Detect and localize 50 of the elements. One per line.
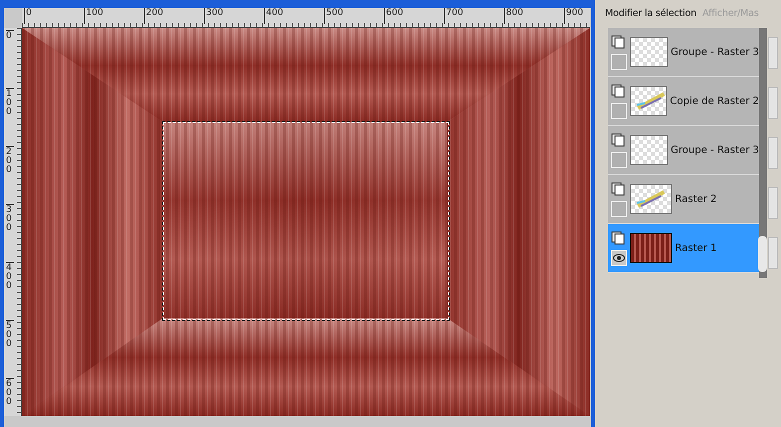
ruler-label: 700 bbox=[444, 8, 504, 24]
layer-stack-icon bbox=[611, 182, 625, 196]
scrollbar-thumb[interactable] bbox=[758, 236, 767, 272]
layer-row[interactable]: Raster 2 bbox=[608, 175, 759, 224]
ruler-label: 200 bbox=[6, 146, 14, 204]
layer-row[interactable]: Groupe - Raster 3 bbox=[608, 126, 759, 175]
layer-thumbnail bbox=[630, 233, 672, 263]
layer-thumbnail bbox=[630, 135, 668, 165]
ruler-label: 300 bbox=[6, 204, 14, 262]
visibility-toggle[interactable] bbox=[611, 200, 627, 216]
ruler-label: 100 bbox=[84, 8, 144, 24]
side-button[interactable] bbox=[768, 237, 778, 269]
ruler-label: 300 bbox=[204, 8, 264, 24]
layer-name: Raster 1 bbox=[675, 242, 717, 254]
layer-name: Raster 2 bbox=[675, 194, 717, 204]
ruler-label: 600 bbox=[384, 8, 444, 24]
ruler-label: 400 bbox=[6, 262, 14, 320]
ruler-label: 100 bbox=[6, 88, 14, 146]
layer-stack-icon bbox=[611, 84, 625, 98]
brush-stroke-icon bbox=[635, 189, 667, 209]
visibility-toggle[interactable] bbox=[611, 54, 627, 70]
visibility-toggle[interactable] bbox=[611, 250, 627, 266]
layer-row[interactable]: Raster 1 bbox=[608, 224, 759, 273]
side-button[interactable] bbox=[768, 187, 778, 219]
layer-stack-icon bbox=[611, 230, 625, 244]
brush-stroke-icon bbox=[635, 91, 667, 111]
layer-name: Groupe - Raster 3 bbox=[670, 46, 759, 58]
side-button[interactable] bbox=[768, 87, 778, 119]
eye-icon bbox=[613, 254, 625, 262]
visibility-toggle[interactable] bbox=[611, 102, 627, 118]
panel-tab[interactable]: Modifier la sélection bbox=[605, 8, 696, 28]
ruler-label: 200 bbox=[144, 8, 204, 24]
layer-name: Groupe - Raster 3 bbox=[670, 144, 759, 156]
layer-name: Copie de Raster 2 bbox=[670, 96, 759, 106]
ruler-label: 0 bbox=[24, 8, 84, 24]
ruler-label: 600 bbox=[6, 378, 14, 416]
ruler-label: 800 bbox=[504, 8, 564, 24]
visibility-toggle[interactable] bbox=[611, 152, 627, 168]
ruler-label: 500 bbox=[324, 8, 384, 24]
ruler-label: 400 bbox=[264, 8, 324, 24]
ruler-label: 500 bbox=[6, 320, 14, 378]
layer-row[interactable]: Groupe - Raster 3 bbox=[608, 28, 759, 77]
scrollbar[interactable] bbox=[759, 28, 767, 278]
side-button[interactable] bbox=[768, 137, 778, 169]
layer-row[interactable]: Copie de Raster 2 bbox=[608, 77, 759, 126]
ruler-label: 0 bbox=[6, 30, 14, 88]
side-button[interactable] bbox=[768, 37, 778, 69]
layer-thumbnail bbox=[630, 37, 668, 67]
layer-stack-icon bbox=[611, 132, 625, 146]
layer-stack-icon bbox=[611, 34, 625, 48]
